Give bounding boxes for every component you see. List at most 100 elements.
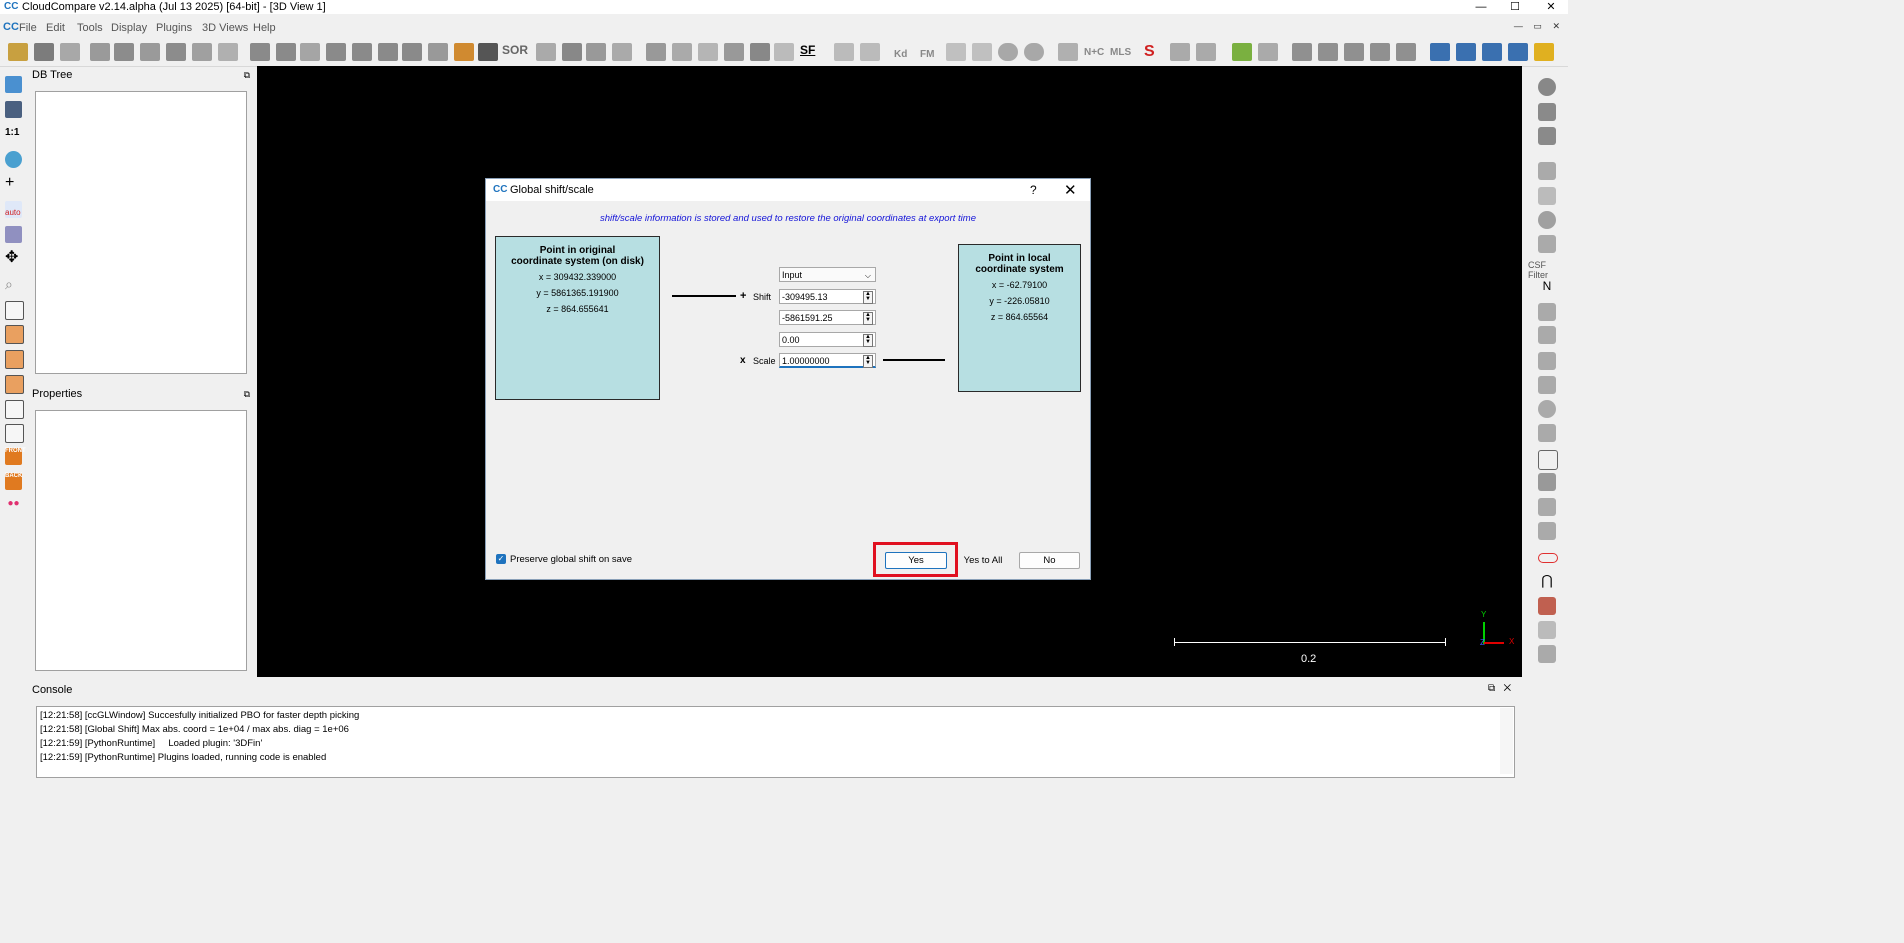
scale-field[interactable]: 1.00000000 ▲ ▼: [779, 353, 876, 368]
tree-c-icon[interactable]: [1344, 43, 1364, 61]
mdi-minimize-icon[interactable]: —: [1514, 21, 1523, 31]
m3c2-icon[interactable]: [1538, 326, 1556, 344]
hpr-icon[interactable]: [1538, 303, 1556, 321]
tree-b-icon[interactable]: [1318, 43, 1338, 61]
view-front-icon[interactable]: [5, 325, 24, 344]
shift-x-field[interactable]: -309495.13 ▲ ▼: [779, 289, 876, 304]
shift-z-field[interactable]: 0.00 ▲ ▼: [779, 332, 876, 347]
sphere-icon[interactable]: [998, 43, 1018, 61]
csf-filter-label[interactable]: CSF Filter: [1528, 260, 1568, 280]
ssao-icon[interactable]: [1538, 127, 1556, 145]
cloud-icon[interactable]: [1538, 621, 1556, 639]
move-icon[interactable]: ✥: [5, 250, 22, 268]
maximize-button[interactable]: ☐: [1500, 0, 1530, 14]
dialog-close-icon[interactable]: ✕: [1064, 181, 1077, 199]
no-button[interactable]: No: [1019, 552, 1080, 569]
settings-icon[interactable]: [1538, 498, 1556, 516]
view-back-icon[interactable]: [5, 375, 24, 394]
tree-e-icon[interactable]: [1396, 43, 1416, 61]
layers-icon[interactable]: [5, 226, 22, 243]
s-curve-icon[interactable]: S: [1144, 43, 1164, 61]
tool-h-icon[interactable]: [612, 43, 632, 61]
pivot-icon[interactable]: +: [5, 175, 22, 193]
preserve-shift-label[interactable]: Preserve global shift on save: [510, 554, 632, 565]
shift-y-spinner-icon[interactable]: ▲ ▼: [863, 312, 873, 325]
kd-tree-icon[interactable]: Kd: [894, 43, 914, 67]
shield-b-icon[interactable]: [1538, 352, 1556, 370]
view-top-icon[interactable]: [5, 301, 24, 320]
north-icon[interactable]: N: [1538, 279, 1556, 297]
menu-help[interactable]: Help: [253, 22, 276, 34]
python-info-icon[interactable]: [1482, 43, 1502, 61]
iso-back-icon[interactable]: BACK: [5, 473, 22, 490]
python-doc-icon[interactable]: [1508, 43, 1528, 61]
close-window-button[interactable]: ✕: [1536, 0, 1566, 14]
tool-e-icon[interactable]: [352, 43, 372, 61]
subsample-icon[interactable]: [166, 43, 186, 61]
camera-icon[interactable]: [5, 101, 22, 118]
menu-file[interactable]: File: [19, 22, 37, 34]
yes-button[interactable]: Yes: [885, 552, 947, 569]
arch-icon[interactable]: ⋂: [1538, 572, 1556, 590]
save-all-icon[interactable]: [60, 43, 80, 61]
menu-3d-views[interactable]: 3D Views: [202, 22, 248, 34]
mode-combo[interactable]: Input ⌵: [779, 267, 876, 282]
menu-plugins[interactable]: Plugins: [156, 22, 192, 34]
segment-icon[interactable]: [536, 43, 556, 61]
mdi-close-icon[interactable]: ✕: [1552, 21, 1560, 31]
ransac-icon[interactable]: [1538, 424, 1556, 442]
console-float-icon[interactable]: ⧉: [1488, 683, 1495, 694]
tool-g-icon[interactable]: [402, 43, 422, 61]
python-run-icon[interactable]: [1456, 43, 1476, 61]
list-icon[interactable]: [114, 43, 134, 61]
python-edit-icon[interactable]: [1430, 43, 1450, 61]
stack-icon[interactable]: [1538, 522, 1556, 540]
shift-x-spinner-icon[interactable]: ▲ ▼: [863, 291, 873, 304]
menu-display[interactable]: Display: [111, 22, 147, 34]
canupo-classify-icon[interactable]: [860, 43, 880, 61]
delete-icon[interactable]: [218, 43, 238, 61]
shift-y-field[interactable]: -5861591.25 ▲ ▼: [779, 310, 876, 325]
shift-z-spinner-icon[interactable]: ▲ ▼: [863, 334, 873, 347]
one-to-one-icon[interactable]: 1:1: [5, 127, 22, 144]
normals-color-icon[interactable]: N+C: [1084, 43, 1104, 65]
console-close-icon[interactable]: ✕: [1503, 683, 1511, 694]
histogram-icon[interactable]: [646, 43, 666, 61]
tool-a-icon[interactable]: [250, 43, 270, 61]
fast-marching-icon[interactable]: FM: [920, 43, 940, 67]
bag-icon[interactable]: [454, 43, 474, 61]
puzzle-icon[interactable]: [1058, 43, 1078, 61]
ball-icon[interactable]: [1024, 43, 1044, 61]
calculator-icon[interactable]: [774, 43, 794, 61]
properties-panel[interactable]: [35, 410, 247, 671]
menu-tools[interactable]: Tools: [77, 22, 103, 34]
minimize-button[interactable]: —: [1466, 0, 1496, 14]
open-icon[interactable]: [8, 43, 28, 61]
table-icon[interactable]: [724, 43, 744, 61]
view-right-icon[interactable]: [5, 400, 24, 419]
tool-f-icon[interactable]: [378, 43, 398, 61]
stereo-icon[interactable]: ●●: [5, 498, 22, 515]
tool-b-icon[interactable]: [276, 43, 296, 61]
tool-k-icon[interactable]: [1170, 43, 1190, 61]
plane-icon[interactable]: [586, 43, 606, 61]
global-view-icon[interactable]: [5, 76, 22, 93]
rotation-icon[interactable]: [5, 151, 22, 168]
merge-icon[interactable]: [192, 43, 212, 61]
yes-to-all-button[interactable]: Yes to All: [959, 552, 1007, 569]
brush-icon[interactable]: [1538, 187, 1556, 205]
cc-icon[interactable]: [428, 43, 448, 61]
menu-edit[interactable]: Edit: [46, 22, 65, 34]
translate-icon[interactable]: [562, 43, 582, 61]
forest-icon[interactable]: [1538, 645, 1556, 663]
tool-l-icon[interactable]: [1196, 43, 1216, 61]
minmax-icon[interactable]: [698, 43, 718, 61]
help-icon[interactable]: ?: [1030, 183, 1037, 197]
curve-icon[interactable]: [672, 43, 692, 61]
iso-front-icon[interactable]: FRONT: [5, 448, 26, 465]
gears-icon[interactable]: [1538, 473, 1556, 491]
canupo-create-icon[interactable]: [834, 43, 854, 61]
pcv-icon[interactable]: [1538, 376, 1556, 394]
properties-float-icon[interactable]: ⧉: [244, 386, 250, 402]
tree-red-icon[interactable]: [1538, 597, 1556, 615]
